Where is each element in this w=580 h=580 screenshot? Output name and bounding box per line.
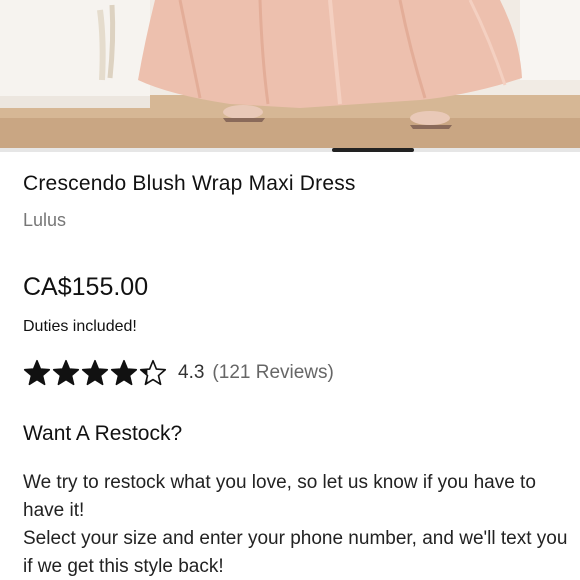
star-icon-full — [52, 359, 80, 386]
duties-note: Duties included! — [23, 318, 137, 335]
star-icon-full — [23, 359, 51, 386]
product-image-carousel[interactable] — [0, 0, 580, 150]
product-brand[interactable]: Lulus — [23, 210, 66, 231]
star-rating — [23, 359, 168, 387]
rating-summary[interactable]: 4.3 (121 Reviews) — [23, 358, 334, 388]
star-icon-partial — [139, 359, 167, 386]
restock-line-2: Select your size and enter your phone nu… — [23, 528, 568, 577]
star-icon-full — [110, 359, 138, 386]
restock-description: We try to restock what you love, so let … — [23, 469, 568, 580]
carousel-track — [0, 148, 580, 152]
product-page: Crescendo Blush Wrap Maxi Dress Lulus CA… — [0, 0, 580, 580]
product-price: CA$155.00 — [23, 273, 149, 301]
restock-heading: Want A Restock? — [23, 422, 183, 445]
carousel-position-indicator[interactable] — [332, 148, 414, 152]
product-title: Crescendo Blush Wrap Maxi Dress — [23, 172, 356, 195]
star-icon-full — [81, 359, 109, 386]
reviews-link[interactable]: (121 Reviews) — [212, 362, 333, 384]
restock-line-1: We try to restock what you love, so let … — [23, 472, 536, 521]
rating-score: 4.3 — [178, 362, 205, 383]
product-photo — [0, 0, 580, 150]
